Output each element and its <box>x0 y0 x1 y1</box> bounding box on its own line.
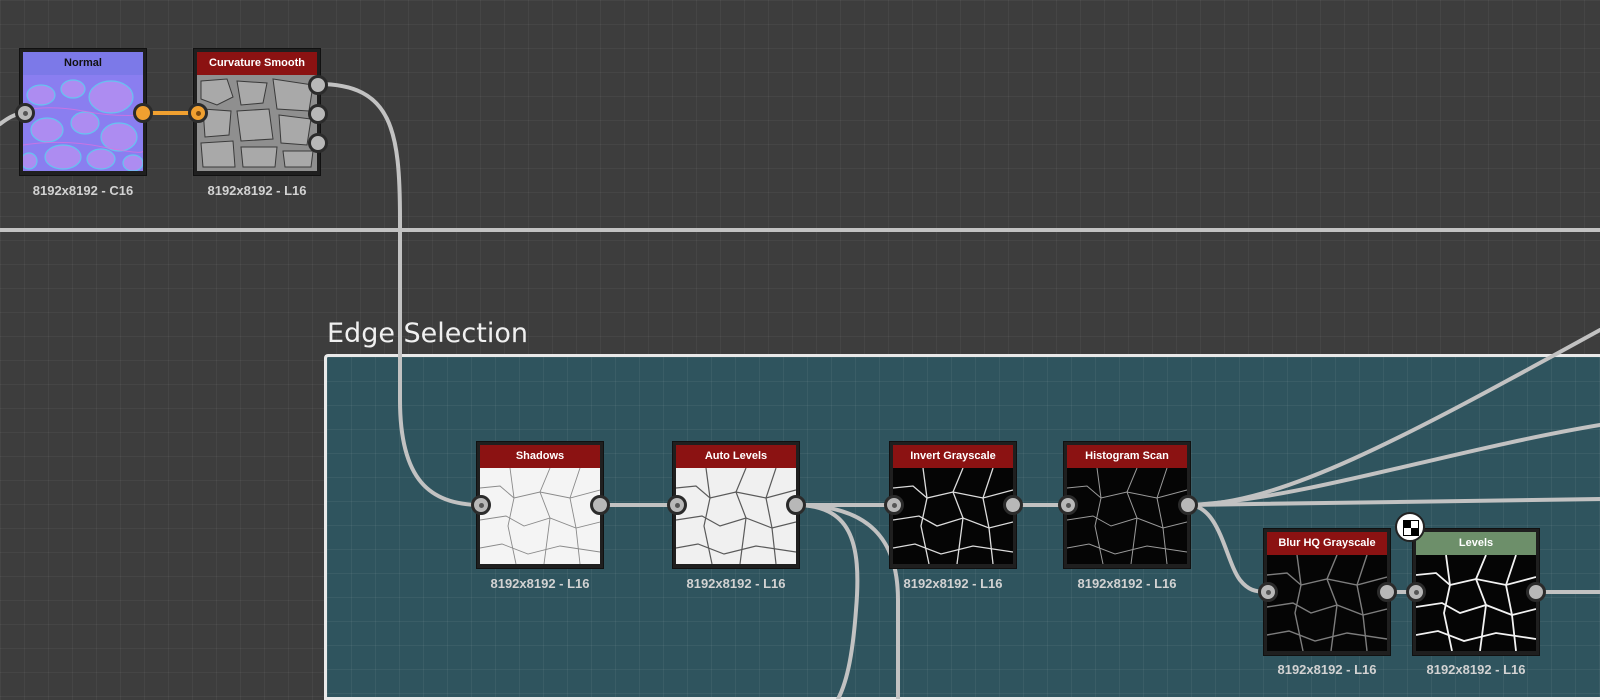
node-thumbnail <box>480 468 600 564</box>
node-histogram-scan[interactable]: Histogram Scan <box>1063 441 1191 569</box>
node-auto-levels[interactable]: Auto Levels <box>672 441 800 569</box>
node-thumbnail <box>23 75 143 171</box>
node-output-port[interactable] <box>308 133 328 153</box>
node-output-port[interactable] <box>1377 582 1397 602</box>
node-input-port[interactable] <box>1406 582 1426 602</box>
node-output-port[interactable] <box>1003 495 1023 515</box>
node-subtitle: 8192x8192 - L16 <box>490 576 590 591</box>
node-thumbnail <box>1416 555 1536 651</box>
node-input-port[interactable] <box>188 103 208 123</box>
node-output-port[interactable] <box>590 495 610 515</box>
node-title: Shadows <box>480 445 600 468</box>
node-subtitle: 8192x8192 - L16 <box>1426 662 1526 677</box>
node-input-port[interactable] <box>667 495 687 515</box>
graph-canvas[interactable]: Edge Selection Normal 8192x8192 - C16 Cu… <box>0 0 1600 700</box>
node-thumbnail <box>1067 468 1187 564</box>
node-blur-hq-grayscale[interactable]: Blur HQ Grayscale <box>1263 528 1391 656</box>
node-input-port[interactable] <box>884 495 904 515</box>
wire <box>316 82 483 507</box>
wire <box>1186 423 1600 507</box>
node-subtitle: 8192x8192 - L16 <box>207 183 307 198</box>
node-thumbnail <box>676 468 796 564</box>
node-input-port[interactable] <box>1058 495 1078 515</box>
node-title: Blur HQ Grayscale <box>1267 532 1387 555</box>
node-thumbnail <box>1267 555 1387 651</box>
node-input-port[interactable] <box>1258 582 1278 602</box>
node-title: Curvature Smooth <box>197 52 317 75</box>
node-input-port[interactable] <box>15 103 35 123</box>
node-output-port[interactable] <box>786 495 806 515</box>
node-input-port[interactable] <box>471 495 491 515</box>
node-subtitle: 8192x8192 - C16 <box>32 183 134 198</box>
checkerboard-icon[interactable] <box>1395 512 1425 542</box>
node-thumbnail <box>197 75 317 171</box>
node-thumbnail <box>893 468 1013 564</box>
node-output-port[interactable] <box>1178 495 1198 515</box>
node-curvature-smooth[interactable]: Curvature Smooth <box>193 48 321 176</box>
node-output-port[interactable] <box>133 103 153 123</box>
node-title: Levels <box>1416 532 1536 555</box>
node-subtitle: 8192x8192 - L16 <box>903 576 1003 591</box>
node-title: Auto Levels <box>676 445 796 468</box>
node-subtitle: 8192x8192 - L16 <box>1077 576 1177 591</box>
node-output-port[interactable] <box>1526 582 1546 602</box>
node-output-port[interactable] <box>308 75 328 95</box>
node-normal[interactable]: Normal <box>19 48 147 176</box>
node-output-port[interactable] <box>308 104 328 124</box>
node-title: Normal <box>23 52 143 75</box>
wire <box>1186 328 1600 507</box>
node-title: Histogram Scan <box>1067 445 1187 468</box>
node-shadows[interactable]: Shadows <box>476 441 604 569</box>
wire <box>793 503 860 699</box>
node-subtitle: 8192x8192 - L16 <box>686 576 786 591</box>
node-title: Invert Grayscale <box>893 445 1013 468</box>
node-levels[interactable]: Levels <box>1412 528 1540 656</box>
node-subtitle: 8192x8192 - L16 <box>1277 662 1377 677</box>
node-invert-grayscale[interactable]: Invert Grayscale <box>889 441 1017 569</box>
